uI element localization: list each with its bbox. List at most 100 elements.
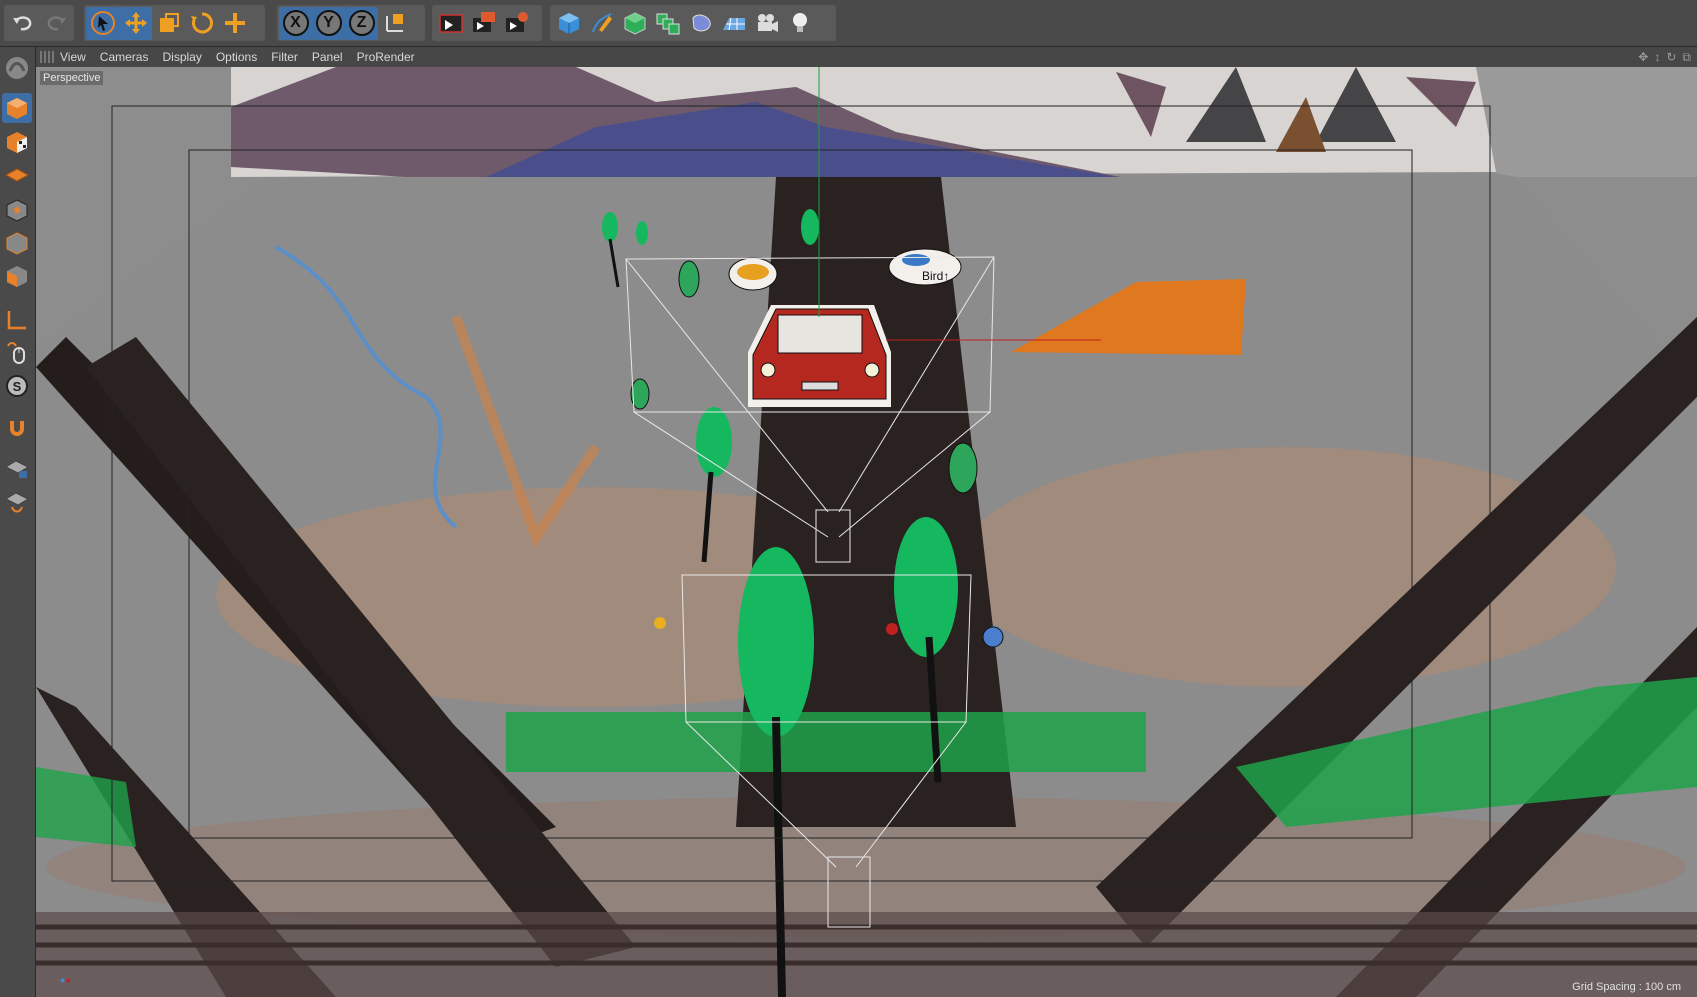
render-settings-button[interactable] (500, 7, 533, 40)
snap-button[interactable] (2, 413, 32, 443)
ladybug (886, 623, 898, 635)
menu-options[interactable]: Options (216, 50, 257, 64)
tweak-mode-icon (7, 342, 25, 364)
subdivision-icon (624, 12, 645, 35)
workplane-icon (4, 168, 30, 182)
solo-icon: S (6, 375, 28, 397)
light-button[interactable] (783, 7, 816, 40)
render-picture-viewer-icon (472, 12, 495, 32)
workplane-lock-icon (4, 460, 30, 478)
axis-mode-button[interactable] (2, 305, 32, 335)
y-axis-lock-button[interactable]: Y (312, 6, 345, 40)
render-view-icon (438, 14, 463, 33)
menu-cameras[interactable]: Cameras (100, 50, 149, 64)
render-view-button[interactable] (434, 7, 467, 40)
camera-button[interactable] (750, 7, 783, 40)
undo-button[interactable] (6, 7, 39, 40)
menu-display[interactable]: Display (162, 50, 201, 64)
bird-label: Bird↑ (922, 269, 949, 283)
tree-small-2 (636, 221, 648, 245)
scene-canvas[interactable]: Bird↑ (36, 67, 1697, 997)
model-mode-icon (7, 98, 27, 119)
tree-small-3 (801, 209, 819, 245)
scale-icon (159, 13, 179, 32)
x-axis-label: X (282, 10, 309, 36)
tools-group (84, 5, 265, 41)
deformer-icon (691, 14, 711, 32)
rotate-view-icon[interactable]: ↻ (1666, 50, 1676, 65)
y-axis-label: Y (315, 10, 342, 36)
cube-button[interactable] (552, 7, 585, 40)
pen-spline-icon (591, 13, 612, 33)
maximize-view-icon[interactable]: ⧉ (1682, 50, 1691, 65)
menu-prorender[interactable]: ProRender (357, 50, 415, 64)
points-mode-button[interactable] (2, 195, 32, 225)
pen-spline-button[interactable] (585, 7, 618, 40)
menu-panel[interactable]: Panel (312, 50, 343, 64)
solo-button[interactable]: S (2, 371, 32, 401)
workplane-lock-button[interactable] (2, 453, 32, 483)
render-settings-icon (505, 12, 528, 32)
light-icon (792, 13, 807, 32)
svg-text:S: S (13, 379, 22, 394)
x-axis-lock-button[interactable]: X (279, 6, 312, 40)
redo-button[interactable] (39, 7, 72, 40)
last-tool-button[interactable] (218, 7, 251, 40)
tree-small-1 (602, 212, 618, 242)
z-axis-label: Z (348, 10, 375, 36)
perspective-viewport[interactable]: Bird↑ Perspective ●● Grid Spacing: 100 … (36, 67, 1697, 997)
move-icon (124, 12, 147, 34)
render-picture-viewer-button[interactable] (467, 7, 500, 40)
tweak-mode-button[interactable] (2, 338, 32, 368)
move-tool-button[interactable] (119, 6, 152, 40)
main-toolbar: X Y Z (0, 0, 1697, 47)
history-group (4, 5, 74, 41)
z-axis-lock-button[interactable]: Z (345, 6, 378, 40)
flower-yellow (654, 617, 666, 629)
cactus-2 (948, 442, 978, 494)
redo-icon (47, 16, 66, 31)
bird-blue: Bird↑ (888, 248, 962, 286)
menu-view[interactable]: View (60, 50, 86, 64)
move-view-icon[interactable]: ↕ (1654, 50, 1660, 65)
make-editable-icon (6, 57, 28, 79)
cube-icon (558, 13, 579, 34)
select-tool-button[interactable] (86, 6, 119, 40)
undo-icon (12, 16, 31, 31)
make-editable-button[interactable] (2, 53, 32, 83)
bird-yellow (728, 257, 778, 291)
points-mode-icon (6, 199, 28, 222)
render-group (432, 5, 542, 41)
polygons-mode-icon (7, 266, 27, 287)
pan-view-icon[interactable]: ✥ (1638, 50, 1648, 65)
texture-mode-icon (7, 132, 27, 153)
deformer-button[interactable] (684, 7, 717, 40)
objects-group (550, 5, 836, 41)
coordinate-system-button[interactable] (378, 7, 411, 40)
scale-tool-button[interactable] (152, 7, 185, 40)
model-mode-button[interactable] (2, 93, 32, 123)
axis-mode-icon (7, 311, 26, 330)
select-arrow-icon (90, 11, 115, 35)
menu-filter[interactable]: Filter (271, 50, 298, 64)
array-button[interactable] (651, 7, 684, 40)
rotate-icon (190, 12, 213, 34)
panel-grip-handle[interactable] (40, 51, 54, 63)
texture-mode-button[interactable] (2, 127, 32, 157)
cactus-1 (678, 260, 700, 298)
view-name-label[interactable]: Perspective (40, 71, 104, 85)
subdivision-button[interactable] (618, 7, 651, 40)
workplane-button[interactable] (2, 159, 32, 189)
polygons-mode-button[interactable] (2, 261, 32, 291)
tree-mid-left (696, 407, 732, 477)
floor-icon (722, 17, 745, 31)
workplane-snap-button[interactable] (2, 487, 32, 517)
coordinate-system-icon (385, 14, 403, 32)
edges-mode-button[interactable] (2, 228, 32, 258)
floor-button[interactable] (717, 7, 750, 40)
rotate-tool-button[interactable] (185, 7, 218, 40)
flower-blue (982, 626, 1004, 648)
camera-icon (757, 14, 778, 32)
edges-mode-icon (6, 232, 28, 255)
red-car[interactable] (748, 305, 891, 407)
